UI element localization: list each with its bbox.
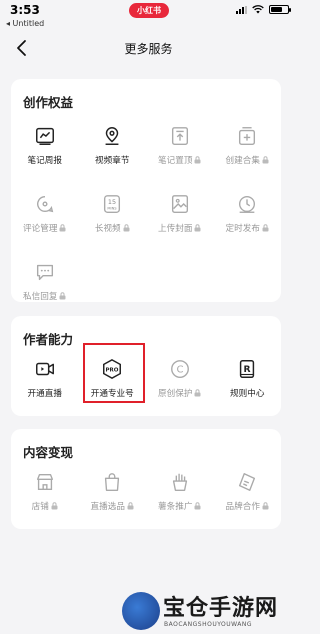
- icon-mins-text: MINS: [108, 207, 118, 211]
- service-label: 笔记周报: [27, 156, 62, 166]
- lock-icon: [194, 156, 201, 164]
- image-upload-icon: [167, 191, 193, 217]
- copyright-c-text: C: [176, 365, 183, 376]
- service-label: 开通直播: [27, 389, 62, 399]
- cellular-signal-icon: [236, 5, 247, 14]
- lock-icon: [51, 502, 58, 510]
- back-to-app-link[interactable]: ◂ Untitled: [6, 19, 44, 28]
- section-title: 作者能力: [23, 332, 74, 347]
- service-video-chapters[interactable]: 视频章节: [79, 121, 147, 175]
- brand-tag-icon: [234, 469, 260, 495]
- service-label: 规则中心: [230, 389, 265, 399]
- section-author-abilities: 作者能力 开通直播 PRO 开通专业号 C 原创保护 R 规则中心: [11, 316, 281, 416]
- service-upload-cover[interactable]: 上传封面: [146, 189, 214, 243]
- status-bar: 3:53 ◂ Untitled 小红书: [0, 0, 297, 32]
- status-time: 3:53: [10, 3, 40, 17]
- lock-icon: [194, 224, 201, 232]
- lock-icon: [262, 502, 269, 510]
- lock-icon: [127, 502, 134, 510]
- service-rules-center[interactable]: R 规则中心: [214, 354, 282, 408]
- service-fries-promotion[interactable]: 薯条推广: [146, 467, 214, 521]
- lock-icon: [194, 389, 201, 397]
- system-icons: [236, 5, 291, 14]
- 15-mins-icon: 15 MINS: [99, 191, 125, 217]
- shopping-bag-icon: [99, 469, 125, 495]
- clock-icon: [234, 191, 260, 217]
- service-label: 直播选品: [90, 502, 125, 512]
- service-comment-management[interactable]: 评论管理: [11, 189, 79, 243]
- lock-icon: [194, 502, 201, 510]
- service-grid: 开通直播 PRO 开通专业号 C 原创保护 R 规则中心: [11, 343, 282, 408]
- section-title: 创作权益: [23, 95, 74, 110]
- service-brand-cooperation[interactable]: 品牌合作: [214, 467, 282, 521]
- service-long-video[interactable]: 15 MINS 长视频: [79, 189, 147, 243]
- service-label: 视频章节: [95, 156, 130, 166]
- watermark-subtitle: BAOCANGSHOUYOUWANG: [164, 621, 253, 628]
- pin-top-icon: [167, 123, 193, 149]
- service-label: 定时发布: [225, 224, 260, 234]
- lock-icon: [262, 224, 269, 232]
- live-camera-icon: [32, 356, 58, 382]
- watermark-logo-icon: [122, 592, 160, 630]
- lock-icon: [59, 224, 66, 232]
- service-scheduled-publish[interactable]: 定时发布: [214, 189, 282, 243]
- battery-icon: [269, 5, 291, 14]
- collection-add-icon: [234, 123, 260, 149]
- service-label: 上传封面: [158, 224, 193, 234]
- service-grid: 店铺 直播选品 薯条推广 品牌合作: [11, 467, 281, 521]
- section-creator-benefits: 创作权益 笔记周报 视频章节 笔记置顶 创建合集 评论管理 15 MINS 长视频…: [11, 79, 281, 302]
- report-chart-icon: [32, 123, 58, 149]
- comment-manage-icon: [32, 191, 58, 217]
- icon-15-text: 15: [108, 198, 116, 206]
- service-label: 创建合集: [225, 156, 260, 166]
- lock-icon: [262, 156, 269, 164]
- service-label: 长视频: [94, 224, 121, 234]
- highlight-box: [82, 343, 145, 403]
- rules-r-icon: R: [234, 356, 260, 382]
- service-original-protection[interactable]: C 原创保护: [146, 354, 214, 408]
- page-title: 更多服务: [124, 42, 173, 56]
- service-create-collection[interactable]: 创建合集: [214, 121, 282, 175]
- service-grid: 笔记周报 视频章节 笔记置顶 创建合集 评论管理 15 MINS 长视频 上传封面: [11, 121, 281, 311]
- fries-icon: [167, 469, 193, 495]
- service-label: 薯条推广: [158, 502, 193, 512]
- service-label: 笔记置顶: [158, 156, 193, 166]
- copyright-icon: C: [167, 356, 193, 382]
- service-dm-reply[interactable]: 私信回复: [11, 257, 79, 311]
- watermark: 宝仓手游网 BAOCANGSHOUYOUWANG: [118, 587, 296, 634]
- service-pin-note[interactable]: 笔记置顶: [146, 121, 214, 175]
- nav-bar: 更多服务: [0, 32, 297, 64]
- service-start-live[interactable]: 开通直播: [11, 354, 79, 408]
- service-label: 评论管理: [23, 224, 58, 234]
- watermark-title: 宝仓手游网: [163, 595, 279, 621]
- section-title: 内容变现: [23, 445, 74, 460]
- wifi-icon: [252, 5, 264, 14]
- message-icon: [32, 259, 58, 285]
- service-label: 品牌合作: [225, 502, 260, 512]
- service-label: 原创保护: [158, 389, 193, 399]
- service-shop[interactable]: 店铺: [11, 467, 79, 521]
- rules-r-text: R: [244, 364, 251, 375]
- lock-icon: [123, 224, 130, 232]
- service-label: 店铺: [31, 502, 49, 512]
- service-pro-account[interactable]: PRO 开通专业号: [79, 343, 147, 408]
- service-label: 私信回复: [23, 292, 58, 302]
- lock-icon: [59, 292, 66, 300]
- shop-icon: [32, 469, 58, 495]
- service-live-selection[interactable]: 直播选品: [79, 467, 147, 521]
- service-note-weekly-report[interactable]: 笔记周报: [11, 121, 79, 175]
- section-monetization: 内容变现 店铺 直播选品 薯条推广 品牌合作: [11, 429, 281, 529]
- app-badge: 小红书: [129, 3, 169, 18]
- location-pin-icon: [99, 123, 125, 149]
